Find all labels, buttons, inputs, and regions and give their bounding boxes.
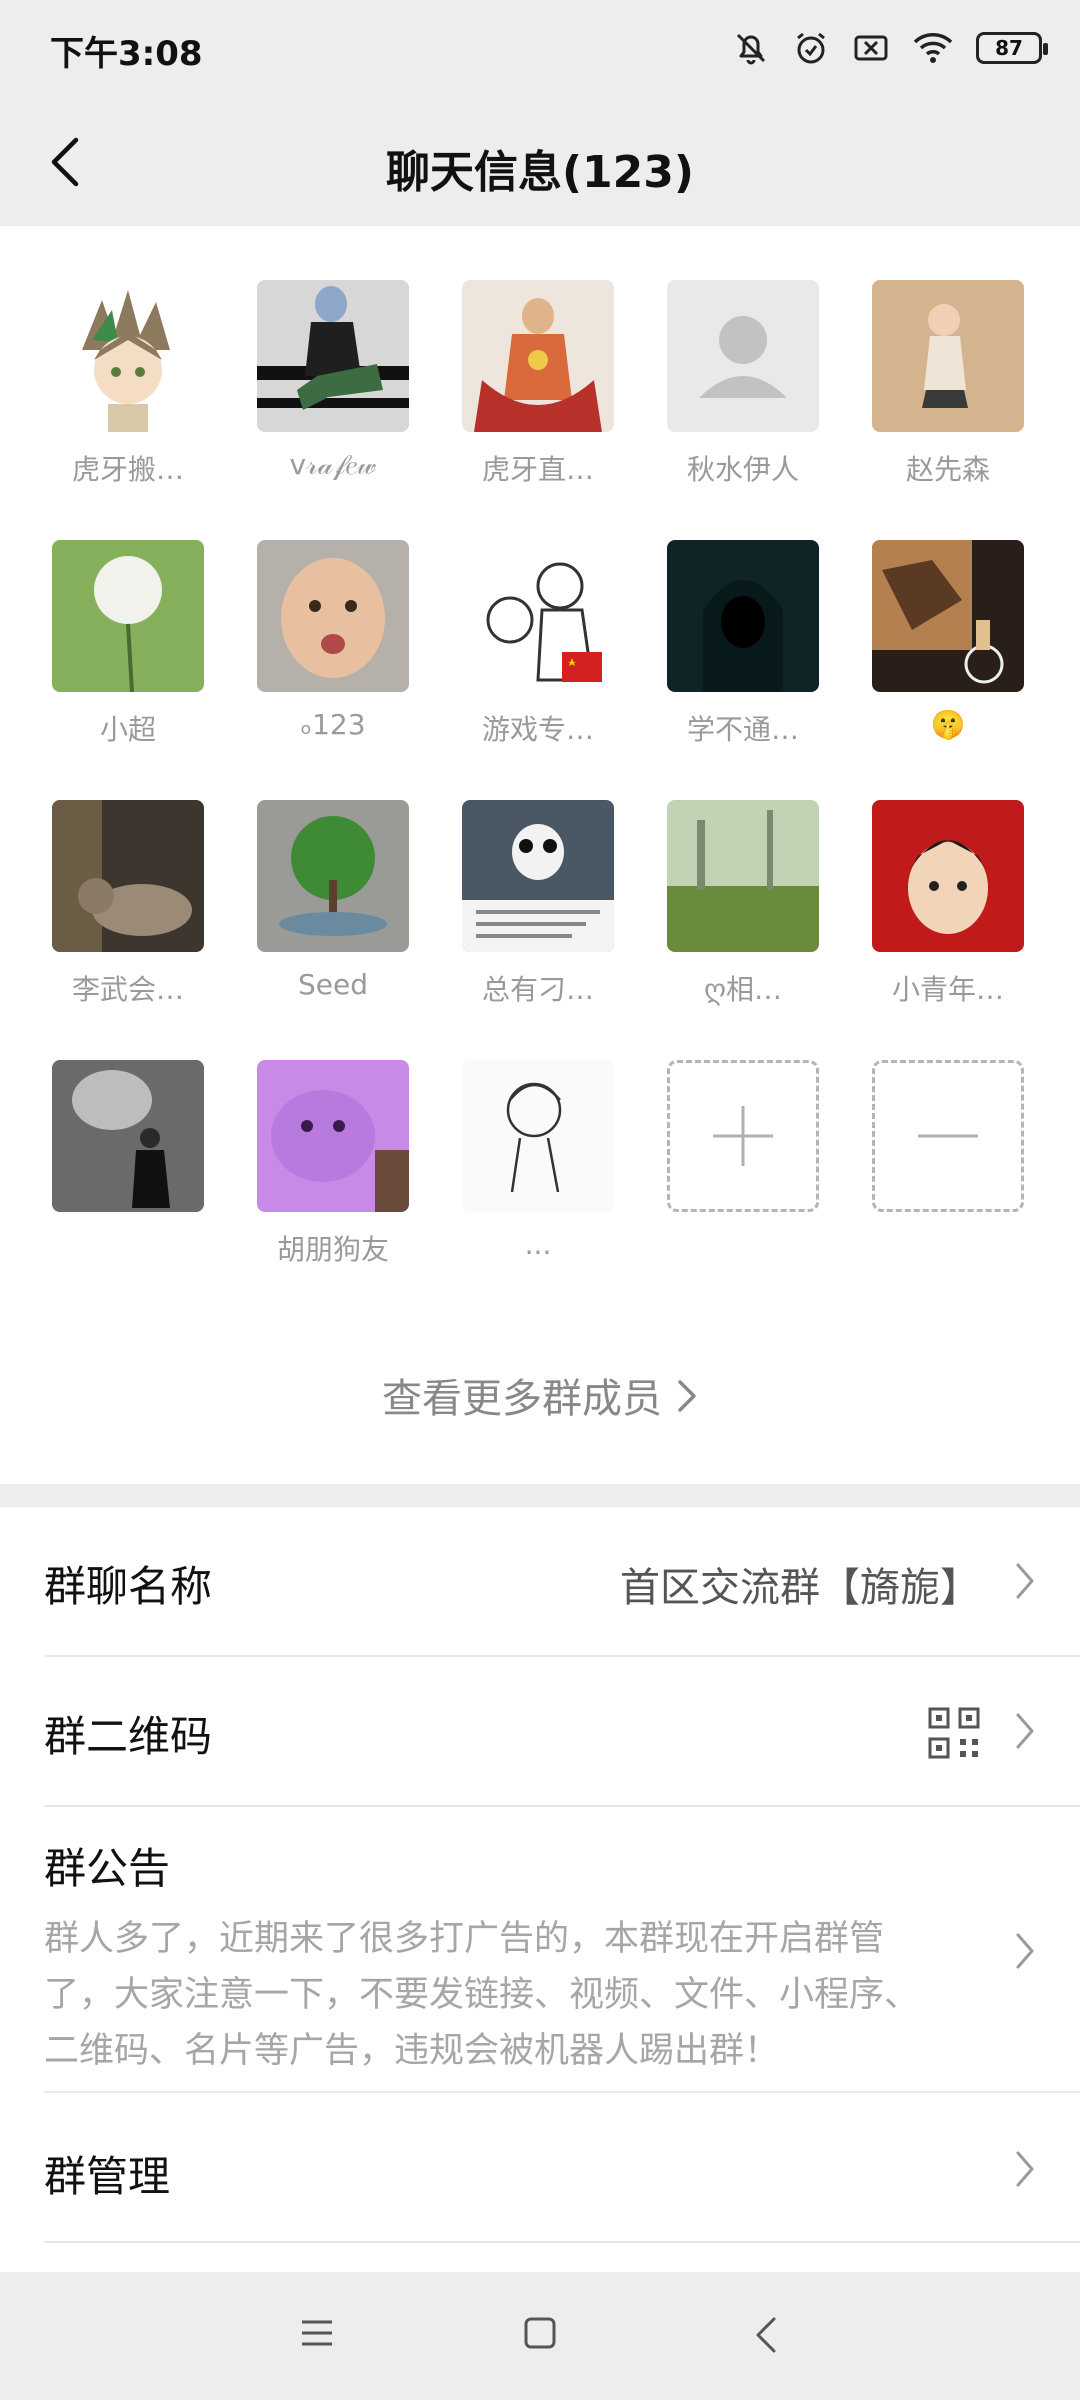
member-item[interactable]: 虎牙直… bbox=[462, 280, 614, 486]
status-time: 下午3:08 bbox=[50, 34, 203, 74]
bell-muted-icon bbox=[736, 33, 766, 65]
member-item[interactable]: 小超 bbox=[52, 540, 204, 746]
member-name: 虎牙直… bbox=[481, 453, 594, 486]
member-name: ღ相… bbox=[703, 973, 782, 1006]
group-name-label: 群聊名称 bbox=[44, 1562, 213, 1611]
member-avatar bbox=[257, 1060, 409, 1212]
sim-x-icon bbox=[854, 35, 888, 61]
member-item[interactable]: ... bbox=[462, 1060, 614, 1261]
member-name: 总有刁… bbox=[481, 973, 594, 1006]
member-avatar bbox=[52, 800, 204, 952]
member-item[interactable]: 🤫 bbox=[872, 540, 1024, 741]
member-name: 秋水伊人 bbox=[686, 453, 799, 486]
member-item[interactable]: 赵先森 bbox=[872, 280, 1024, 486]
group-notice-label: 群公告 bbox=[44, 1844, 171, 1893]
triangle-back-icon bbox=[756, 2317, 776, 2353]
member-name: 🤫 bbox=[930, 708, 966, 741]
group-settings-list: 群聊名称 首区交流群【旖旎】 群二维码 群公告 群人多了，近期来了很多打广告的，… bbox=[0, 1507, 1080, 2273]
more-members-label: 查看更多群成员 bbox=[382, 1376, 662, 1422]
member-item[interactable]: ღ相… bbox=[667, 800, 819, 1006]
member-item[interactable]: 胡朋狗友 bbox=[257, 1060, 409, 1266]
member-name: ₒ123 bbox=[300, 708, 366, 741]
nav-bar: 聊天信息(123) bbox=[0, 96, 1080, 226]
chevron-right-icon bbox=[676, 1378, 698, 1424]
member-item[interactable]: 学不通… bbox=[667, 540, 819, 746]
home-button[interactable] bbox=[523, 2316, 557, 2354]
member-avatar bbox=[257, 280, 409, 432]
member-name: 小青年… bbox=[891, 973, 1004, 1006]
status-icons: 87 bbox=[732, 24, 1048, 72]
member-item[interactable]: 虎牙搬… bbox=[52, 280, 204, 486]
member-item[interactable]: Seed bbox=[257, 800, 409, 1001]
member-avatar bbox=[667, 280, 819, 432]
member-avatar bbox=[872, 540, 1024, 692]
group-name-value: 首区交流群【旖旎】 bbox=[620, 1565, 980, 1611]
member-name: Seed bbox=[298, 968, 368, 1001]
group-qr-label: 群二维码 bbox=[44, 1712, 213, 1761]
add-member-button[interactable] bbox=[667, 1060, 819, 1212]
member-avatar bbox=[257, 540, 409, 692]
member-item[interactable]: 总有刁… bbox=[462, 800, 614, 1006]
member-avatar bbox=[52, 1060, 204, 1212]
member-avatar bbox=[872, 280, 1024, 432]
member-name: 小超 bbox=[99, 713, 156, 746]
member-item[interactable]: 秋水伊人 bbox=[667, 280, 819, 486]
group-qr-row[interactable]: 群二维码 bbox=[44, 1657, 1080, 1807]
member-avatar bbox=[872, 800, 1024, 952]
member-avatar bbox=[257, 800, 409, 952]
member-avatar bbox=[462, 540, 614, 692]
page-title: 聊天信息(123) bbox=[385, 147, 695, 198]
member-name: v𝓇𝒶𝒻𝑒𝓌 bbox=[289, 448, 377, 481]
member-name: 虎牙搬… bbox=[71, 453, 184, 486]
member-avatar bbox=[52, 540, 204, 692]
member-avatar bbox=[462, 800, 614, 952]
member-item[interactable] bbox=[52, 1060, 204, 1212]
member-item[interactable]: v𝓇𝒶𝒻𝑒𝓌 bbox=[257, 280, 409, 481]
chevron-right-icon bbox=[1014, 1931, 1036, 1975]
member-name: 赵先森 bbox=[905, 453, 990, 486]
member-name: 胡朋狗友 bbox=[276, 1233, 389, 1266]
status-bar: 下午3:08 87 bbox=[0, 0, 1080, 96]
member-avatar bbox=[667, 540, 819, 692]
member-avatar bbox=[462, 280, 614, 432]
member-item[interactable]: ₒ123 bbox=[257, 540, 409, 741]
group-notice-text: 群人多了，近期来了很多打广告的，本群现在开启群管了，大家注意一下，不要发链接、视… bbox=[44, 1919, 920, 2071]
system-nav-bar bbox=[0, 2272, 1080, 2400]
wifi-icon bbox=[913, 33, 953, 63]
member-grid: 虎牙搬… v𝓇𝒶𝒻𝑒𝓌 虎牙直… 秋水伊人 赵先森 小超 ₒ123 游戏专… 学… bbox=[52, 280, 1028, 1266]
member-avatar bbox=[462, 1060, 614, 1212]
plus-icon bbox=[713, 1106, 773, 1166]
add-member-tile bbox=[667, 1060, 819, 1212]
remove-member-tile bbox=[872, 1060, 1024, 1212]
more-members-link[interactable]: 查看更多群成员 bbox=[0, 1366, 1080, 1424]
member-avatar bbox=[52, 280, 204, 432]
group-manage-row[interactable]: 群管理 bbox=[44, 2093, 1080, 2243]
members-panel: 虎牙搬… v𝓇𝒶𝒻𝑒𝓌 虎牙直… 秋水伊人 赵先森 小超 ₒ123 游戏专… 学… bbox=[0, 226, 1080, 1484]
battery-level: 87 bbox=[995, 36, 1023, 60]
system-back-button[interactable] bbox=[752, 2316, 780, 2358]
square-home-icon bbox=[524, 2317, 556, 2349]
group-manage-label: 群管理 bbox=[44, 2152, 171, 2201]
group-name-row[interactable]: 群聊名称 首区交流群【旖旎】 bbox=[44, 1507, 1080, 1657]
alarm-icon bbox=[797, 32, 825, 64]
member-avatar bbox=[667, 800, 819, 952]
chevron-right-icon bbox=[1014, 1561, 1036, 1605]
remove-member-button[interactable] bbox=[872, 1060, 1024, 1212]
member-item[interactable]: 小青年… bbox=[872, 800, 1024, 1006]
member-item[interactable]: 李武会… bbox=[52, 800, 204, 1006]
member-name: 李武会… bbox=[71, 973, 184, 1006]
group-notice-row[interactable]: 群公告 群人多了，近期来了很多打广告的，本群现在开启群管了，大家注意一下，不要发… bbox=[44, 1807, 1080, 2093]
chevron-right-icon bbox=[1014, 1711, 1036, 1755]
chevron-right-icon bbox=[1014, 2149, 1036, 2193]
member-name: ... bbox=[524, 1228, 552, 1261]
menu-icon bbox=[302, 2320, 332, 2346]
minus-icon bbox=[918, 1134, 978, 1138]
member-item[interactable]: 游戏专… bbox=[462, 540, 614, 746]
battery-icon: 87 bbox=[976, 32, 1048, 64]
member-name: 学不通… bbox=[686, 713, 799, 746]
qr-code-icon bbox=[928, 1707, 980, 1769]
member-name: 游戏专… bbox=[481, 713, 594, 746]
menu-button[interactable] bbox=[300, 2316, 334, 2354]
